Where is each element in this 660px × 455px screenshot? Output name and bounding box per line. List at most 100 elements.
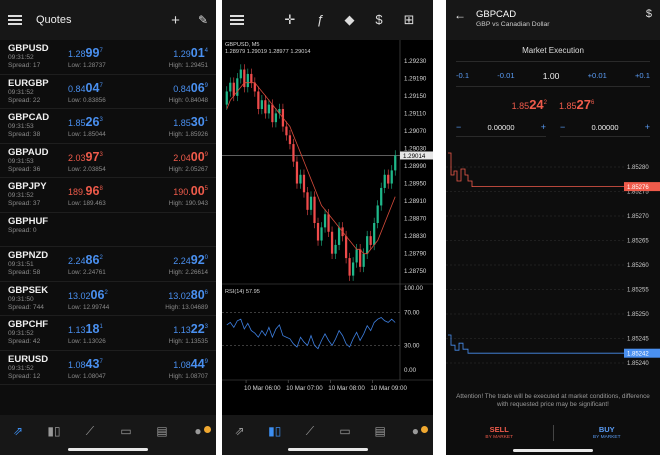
badge: [204, 426, 211, 433]
plus-icon[interactable]: +: [171, 13, 180, 28]
quote-symbol: GBPCAD: [8, 112, 50, 123]
candle: [383, 174, 386, 188]
rsi-tick-label: 70.00: [404, 310, 420, 317]
news-icon[interactable]: ▤: [153, 424, 171, 438]
tp-minus-button[interactable]: −: [560, 122, 565, 132]
volume-plus-0-1-button[interactable]: +0.1: [635, 71, 650, 81]
candle: [313, 196, 316, 223]
time-tick-label: 10 Mar 09:00: [370, 385, 407, 392]
quote-time: 09:31:52: [8, 54, 34, 61]
quote-low: Low: 1.08047: [68, 372, 106, 380]
quote-low: Low: 12.99744: [68, 303, 110, 311]
candle: [260, 100, 263, 109]
sl-minus-button[interactable]: −: [456, 122, 461, 132]
rsi-tick-label: 0.00: [404, 367, 417, 374]
candle: [320, 227, 323, 241]
quote-row-eurusd[interactable]: EURUSD 09:31:52 Spread: 12 1.08437 1.08449 Lo…: [0, 351, 216, 385]
volume-stepper: -0.1 -0.01 1.00 +0.01 +0.1: [446, 71, 660, 81]
quote-low: Low: 2.24761: [68, 269, 106, 276]
tick-price-label: 1.85240: [627, 361, 649, 367]
quote-spread: Spread: 0: [8, 226, 37, 234]
quote-high: High: 1.85926: [168, 131, 208, 138]
price-tick-label: 1.29230: [404, 58, 427, 65]
quote-time: 09:31:53: [8, 157, 34, 165]
candles-icon[interactable]: ▮▯: [45, 424, 63, 438]
quote-row-gbpcad[interactable]: GBPCAD 09:31:53 Spread: 38 1.85263 1.85301 Lo…: [0, 109, 216, 144]
quote-row-gbpsek[interactable]: GBPSEK 09:31:50 Spread: 744 13.02062 13.0280…: [0, 282, 216, 316]
function-icon[interactable]: ƒ: [316, 12, 323, 28]
candle: [323, 214, 327, 228]
buy-button[interactable]: BUY BY MARKET: [554, 419, 660, 447]
quote-high: High: 2.26614: [168, 269, 208, 276]
candle: [362, 253, 365, 267]
news-icon[interactable]: ▤: [371, 424, 389, 438]
candle: [344, 236, 348, 259]
inbox-icon[interactable]: ▭: [336, 424, 354, 438]
ask-price: 190.005: [173, 184, 208, 198]
menu-icon[interactable]: [8, 15, 22, 25]
quote-row-gbpusd[interactable]: GBPUSD 09:31:52 Spread: 17 1.28997 1.29014 Lo…: [0, 40, 216, 75]
sl-plus-button[interactable]: +: [541, 122, 546, 132]
candle: [246, 73, 249, 88]
shapes-icon[interactable]: ◆: [344, 12, 354, 28]
candle: [264, 100, 267, 114]
quote-high: High: 1.13535: [168, 338, 208, 345]
rsi-line: [226, 317, 396, 350]
crosshair-icon[interactable]: ✛: [284, 12, 295, 28]
candle: [271, 104, 274, 123]
quote-row-gbphuf[interactable]: GBPHUF Spread: 0: [0, 213, 216, 247]
quote-time: 09:31:50: [8, 295, 34, 303]
candle: [225, 91, 228, 105]
chat-icon[interactable]: ●: [406, 424, 429, 438]
tick-price-label: 1.85270: [627, 214, 649, 220]
ask-marker-label: 1.85276: [627, 185, 649, 191]
candle: [236, 78, 239, 96]
bid-price: 1.85242: [511, 97, 547, 112]
quote-spread: Spread: 37: [8, 200, 41, 207]
take-profit-field[interactable]: − 0.00000 +: [560, 122, 650, 137]
quote-row-gbpnzd[interactable]: GBPNZD 09:31:51 Spread: 58 2.24862 2.24920 Lo…: [0, 247, 216, 282]
quote-low: Low: 1.13026: [68, 338, 106, 345]
quote-row-gbpjpy[interactable]: GBPJPY 09:31:52 Spread: 37 189.968 190.005 Lo…: [0, 178, 216, 213]
dollar-swap-icon[interactable]: $: [375, 12, 382, 28]
candle: [387, 174, 390, 184]
chat-icon[interactable]: ●: [189, 424, 211, 438]
tp-plus-button[interactable]: +: [645, 122, 650, 132]
price-chart[interactable]: 1.29230 1.29190 1.29150 1.29110 1.29070 1.290…: [222, 40, 433, 420]
new-order-icon[interactable]: ⊞: [404, 12, 415, 28]
execution-type-select[interactable]: Market Execution: [456, 40, 650, 62]
volume-minus-0-01-button[interactable]: -0.01: [497, 71, 514, 81]
execution-warning: Attention! The trade will be executed at…: [456, 393, 650, 408]
stop-loss-field[interactable]: − 0.00000 +: [456, 122, 546, 137]
quote-row-gbpaud[interactable]: GBPAUD 09:31:53 Spread: 36 2.03973 2.04009 Lo…: [0, 144, 216, 178]
pencil-icon[interactable]: ✎: [198, 14, 208, 26]
volume-minus-0-1-button[interactable]: -0.1: [456, 71, 469, 81]
ask-price: 2.24920: [173, 253, 208, 267]
candle: [348, 258, 351, 276]
badge: [421, 426, 429, 433]
trade-icon[interactable]: ⇗: [9, 424, 27, 438]
quote-spread: Spread: 42: [8, 338, 41, 345]
inbox-icon[interactable]: ▭: [117, 424, 135, 438]
sell-button[interactable]: SELL BY MARKET: [446, 419, 553, 447]
candle: [309, 196, 313, 210]
price-tick-label: 1.29110: [404, 110, 426, 117]
trade-icon[interactable]: ⇗: [231, 424, 249, 438]
candle: [232, 82, 235, 96]
quote-high: High: 13.04689: [165, 303, 208, 311]
chart-line-icon[interactable]: ⟋: [301, 424, 319, 439]
volume-plus-0-01-button[interactable]: +0.01: [588, 71, 607, 81]
tick-price-label: 1.85250: [627, 312, 649, 318]
quote-spread: Spread: 38: [8, 131, 41, 138]
quote-row-gbpchf[interactable]: GBPCHF 09:31:52 Spread: 42 1.13181 1.13223 Lo…: [0, 316, 216, 351]
volume-input[interactable]: 1.00: [543, 71, 560, 81]
price-tick-label: 1.28950: [404, 181, 427, 188]
menu-icon[interactable]: [230, 15, 244, 25]
chart-line-icon[interactable]: ⟋: [81, 424, 99, 439]
quote-symbol: EURGBP: [8, 77, 49, 89]
dollar-swap-icon[interactable]: $: [646, 9, 652, 20]
chart-header: ✛ ƒ ◆ $ ⊞: [222, 0, 433, 40]
quote-row-eurgbp[interactable]: EURGBP 09:31:52 Spread: 22 0.84047 0.84069 Lo…: [0, 75, 216, 109]
candles-icon[interactable]: ▮▯: [266, 424, 284, 438]
back-arrow-icon[interactable]: ←: [454, 9, 466, 21]
